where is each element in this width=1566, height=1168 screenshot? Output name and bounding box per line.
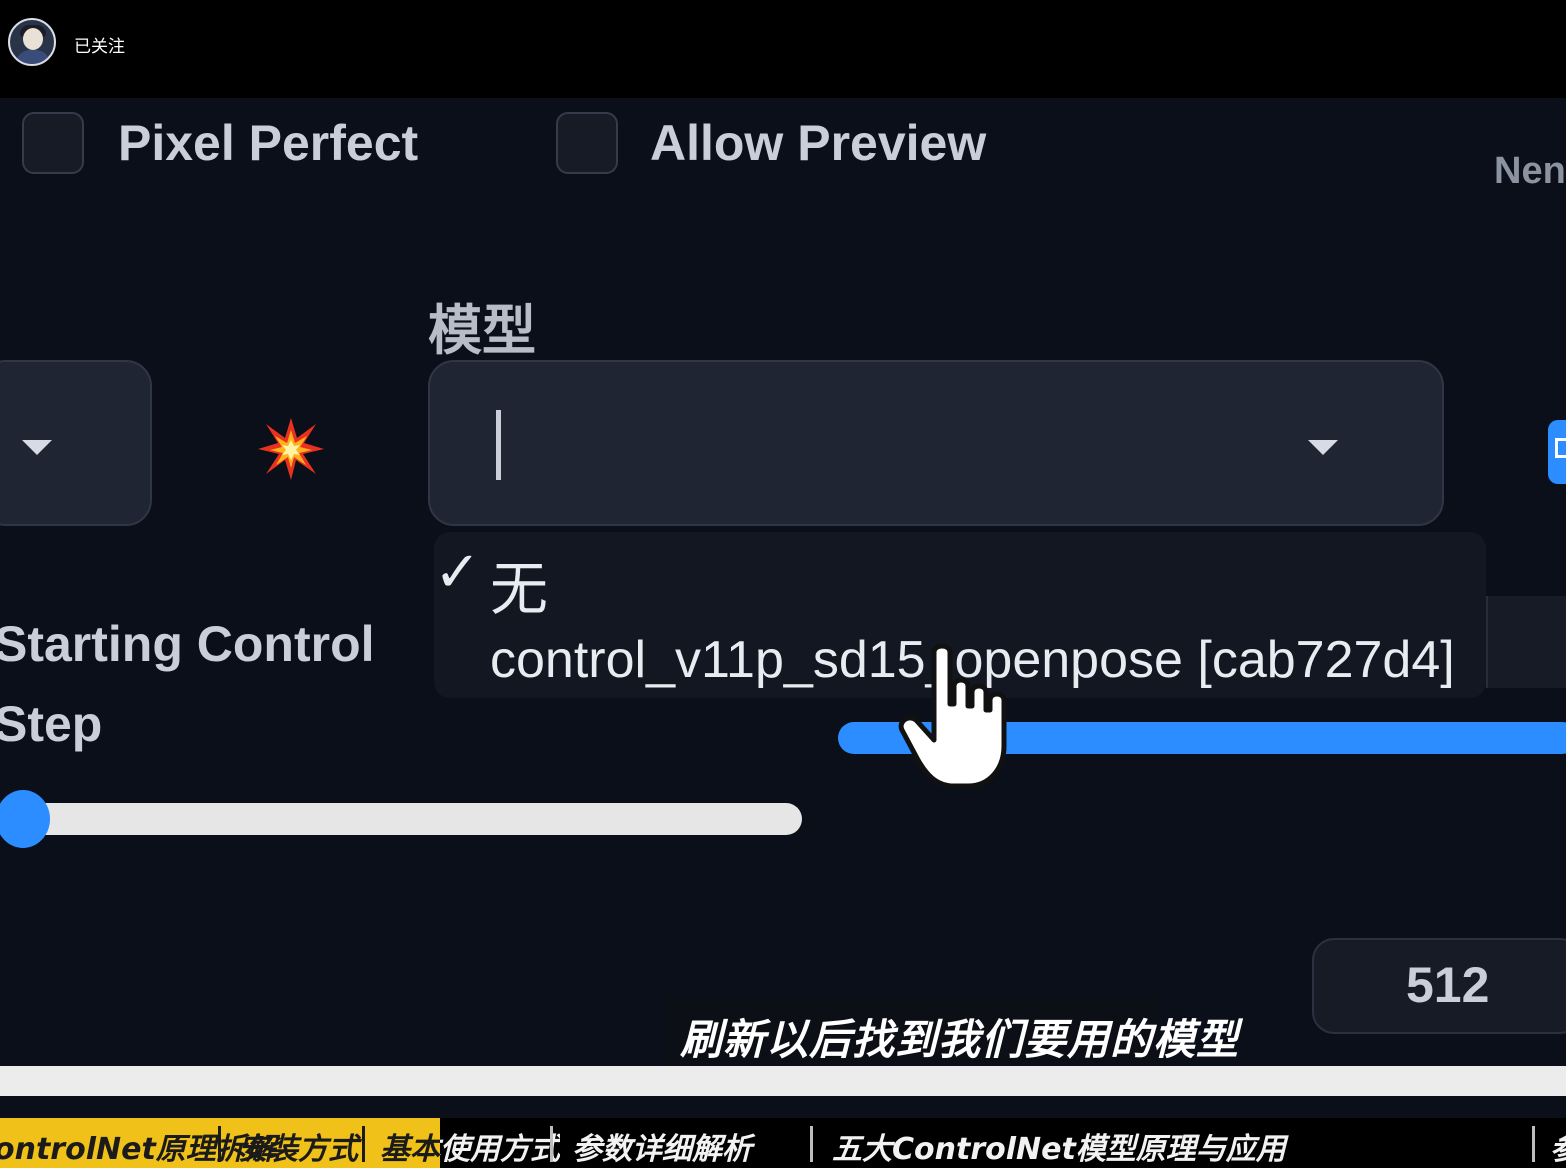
model-label: 模型 <box>428 299 536 362</box>
video-subtitle: 刷新以后找到我们要用的模型 <box>680 1015 1240 1064</box>
chapter-item[interactable]: 参数详细解析 <box>572 1124 752 1168</box>
chapter-divider <box>218 1126 221 1162</box>
run-preprocessor-icon[interactable] <box>258 416 324 482</box>
pixel-perfect-checkbox[interactable] <box>22 112 84 174</box>
chapter-item[interactable]: 参 <box>1550 1124 1566 1168</box>
resolution-value: 512 <box>1406 957 1490 1013</box>
chapter-item[interactable]: 五大ControlNet模型原理与应用 <box>832 1124 1286 1168</box>
send-icon[interactable] <box>1548 420 1566 484</box>
chevron-down-icon <box>1308 440 1338 455</box>
chapter-divider <box>810 1126 813 1162</box>
model-option-none[interactable]: 无 <box>490 542 548 626</box>
chapter-item[interactable]: 基本使用方式 <box>380 1124 560 1168</box>
starting-step-slider-track[interactable] <box>20 803 802 835</box>
hand-pointer-icon <box>898 643 1007 789</box>
progress-strip <box>0 1066 1566 1096</box>
model-select[interactable] <box>428 360 1444 526</box>
clipped-label: Nen <box>1494 150 1566 192</box>
chapter-item[interactable]: 安装方式 <box>238 1124 358 1168</box>
pixel-perfect-label: Pixel Perfect <box>118 115 419 171</box>
avatar[interactable] <box>8 18 56 66</box>
video-top-bar <box>0 0 1566 98</box>
follow-status[interactable]: 已关注 <box>74 32 125 57</box>
starting-control-step-label: Starting Control Step <box>0 616 375 752</box>
chapter-item[interactable]: ontrolNet原理拆解 <box>0 1124 276 1168</box>
hidden-panel-edge <box>1486 596 1566 688</box>
chapter-divider <box>550 1126 553 1162</box>
allow-preview-checkbox[interactable] <box>556 112 618 174</box>
text-cursor <box>496 410 501 480</box>
check-icon: ✓ <box>434 540 481 605</box>
chapter-divider <box>1532 1126 1535 1162</box>
starting-step-slider-thumb[interactable] <box>0 790 50 848</box>
chevron-down-icon <box>22 440 52 455</box>
allow-preview-label: Allow Preview <box>650 115 987 171</box>
chapter-divider <box>362 1126 365 1162</box>
